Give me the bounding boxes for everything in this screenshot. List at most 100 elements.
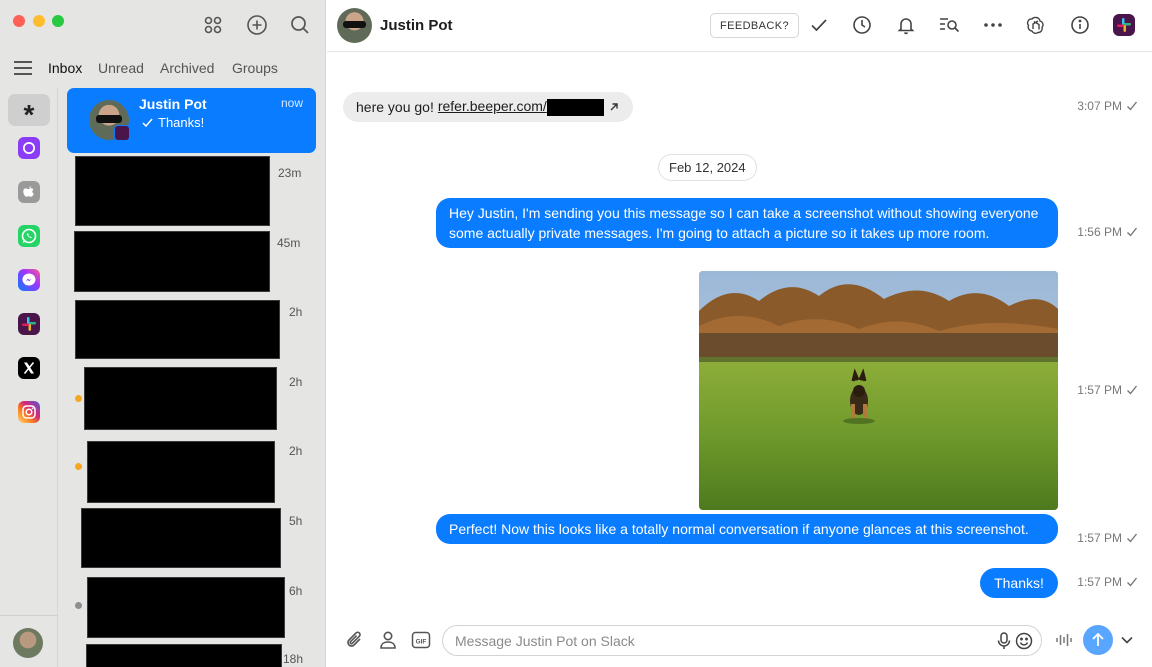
tab-unread[interactable]: Unread	[98, 60, 144, 76]
chat-time: 18h	[283, 652, 304, 666]
delivered-check-icon	[1127, 577, 1138, 587]
search-icon[interactable]	[288, 13, 312, 37]
message-meta: 1:56 PM	[1077, 225, 1138, 239]
external-link-icon[interactable]	[608, 101, 620, 113]
delivered-check-icon	[1127, 227, 1138, 237]
network-rail: *	[0, 88, 58, 667]
window-minimize-button[interactable]	[33, 15, 45, 27]
search-messages-icon[interactable]	[937, 13, 961, 37]
chat-list-item-redacted[interactable]	[86, 644, 282, 667]
message-time: 1:56 PM	[1077, 225, 1122, 239]
chat-list-item-redacted[interactable]	[87, 577, 285, 638]
gif-icon[interactable]: GIF	[409, 628, 433, 652]
chat-list-item-redacted[interactable]	[87, 441, 275, 503]
clock-icon[interactable]	[850, 13, 874, 37]
rail-whatsapp-icon[interactable]	[8, 220, 50, 252]
unread-dot	[75, 395, 82, 402]
window-close-button[interactable]	[13, 15, 25, 27]
outgoing-message[interactable]: Thanks!	[980, 568, 1058, 598]
rail-divider	[0, 615, 58, 616]
rail-x-icon[interactable]	[8, 352, 50, 384]
bell-icon[interactable]	[894, 13, 918, 37]
gif-icon-label: GIF	[416, 638, 427, 645]
chat-list-item-redacted[interactable]	[75, 300, 280, 359]
message-input[interactable]	[455, 630, 975, 652]
menu-icon[interactable]	[14, 61, 32, 75]
chat-time: 5h	[289, 514, 303, 528]
voice-waveform-icon[interactable]	[1052, 628, 1076, 652]
mark-done-icon[interactable]	[807, 13, 831, 37]
message-text: Thanks!	[994, 575, 1044, 591]
info-icon[interactable]	[1068, 13, 1092, 37]
referral-link[interactable]: refer.beeper.com/	[438, 98, 604, 116]
window-zoom-button[interactable]	[52, 15, 64, 27]
message-meta: 1:57 PM	[1077, 531, 1138, 545]
unread-dot	[75, 463, 82, 470]
rail-beeper-icon[interactable]	[8, 132, 50, 164]
chat-preview-text: Thanks!	[158, 115, 205, 130]
tab-groups[interactable]: Groups	[232, 60, 278, 76]
tab-inbox[interactable]: Inbox	[48, 60, 82, 76]
chat-time: 2h	[289, 444, 303, 458]
slack-badge-icon	[114, 125, 130, 141]
message-text: here you go!	[356, 99, 434, 115]
send-button[interactable]	[1083, 625, 1113, 655]
chat-name: Justin Pot	[139, 96, 207, 112]
spaces-icon[interactable]	[201, 13, 225, 37]
chat-list-item-active[interactable]: Justin Pot now Thanks!	[67, 88, 316, 153]
chat-list-item-redacted[interactable]	[74, 231, 270, 292]
chat-time: 23m	[278, 166, 302, 180]
chat-list-item-redacted[interactable]	[84, 367, 277, 430]
more-options-icon[interactable]	[981, 13, 1005, 37]
chevron-down-icon[interactable]	[1115, 628, 1139, 652]
slack-network-icon[interactable]	[1112, 13, 1136, 37]
message-time: 1:57 PM	[1077, 383, 1122, 397]
rail-imessage-icon[interactable]	[8, 176, 50, 208]
delivered-check-icon	[1127, 385, 1138, 395]
message-time: 3:07 PM	[1077, 99, 1122, 113]
emoji-icon[interactable]	[1012, 629, 1036, 653]
outgoing-message[interactable]: Hey Justin, I'm sending you this message…	[436, 198, 1058, 248]
account-avatar[interactable]	[13, 628, 43, 658]
rail-slack-icon[interactable]	[8, 308, 50, 340]
chat-list-item-redacted[interactable]	[75, 156, 270, 226]
new-chat-icon[interactable]	[245, 13, 269, 37]
message-composer[interactable]	[442, 625, 1042, 656]
link-text: refer.beeper.com/	[437, 98, 547, 115]
tab-archived[interactable]: Archived	[160, 60, 214, 76]
unread-dot	[75, 602, 82, 609]
chat-time: 45m	[277, 236, 301, 250]
delivered-check-icon	[1127, 101, 1138, 111]
contact-name[interactable]: Justin Pot	[380, 17, 453, 34]
rail-all-chats-icon[interactable]: *	[8, 94, 50, 129]
chat-preview: Thanks!	[141, 115, 204, 130]
redacted-link-part	[546, 98, 604, 116]
message-text: Hey Justin, I'm sending you this message…	[449, 205, 1039, 241]
delivered-check-icon	[1127, 533, 1138, 543]
dog-photo-attachment[interactable]	[699, 271, 1058, 510]
contact-card-icon[interactable]	[376, 628, 400, 652]
ai-assistant-icon[interactable]	[1024, 13, 1048, 37]
chat-time: 2h	[289, 375, 303, 389]
left-pane: Inbox Unread Archived Groups * Justin Po…	[0, 0, 326, 667]
rail-messenger-icon[interactable]	[8, 264, 50, 296]
chat-header: Justin Pot FEEDBACK?	[327, 0, 1152, 52]
message-meta: 1:57 PM	[1077, 575, 1138, 589]
outgoing-message[interactable]: Perfect! Now this looks like a totally n…	[436, 514, 1058, 544]
chat-time: 6h	[289, 584, 303, 598]
attachment-icon[interactable]	[343, 628, 367, 652]
chat-time: 2h	[289, 305, 303, 319]
message-time: 1:57 PM	[1077, 531, 1122, 545]
incoming-message[interactable]: here you go! refer.beeper.com/	[343, 92, 633, 122]
feedback-button[interactable]: FEEDBACK?	[710, 13, 800, 38]
arrow-up-icon	[1092, 632, 1104, 646]
message-meta: 1:57 PM	[1077, 383, 1138, 397]
message-meta: 3:07 PM	[1077, 99, 1138, 113]
sent-check-icon	[142, 118, 153, 128]
chat-list-item-redacted[interactable]	[81, 508, 281, 568]
chat-time: now	[280, 96, 303, 110]
message-text: Perfect! Now this looks like a totally n…	[449, 521, 1029, 537]
message-time: 1:57 PM	[1077, 575, 1122, 589]
contact-avatar[interactable]	[337, 8, 372, 43]
rail-instagram-icon[interactable]	[8, 396, 50, 428]
